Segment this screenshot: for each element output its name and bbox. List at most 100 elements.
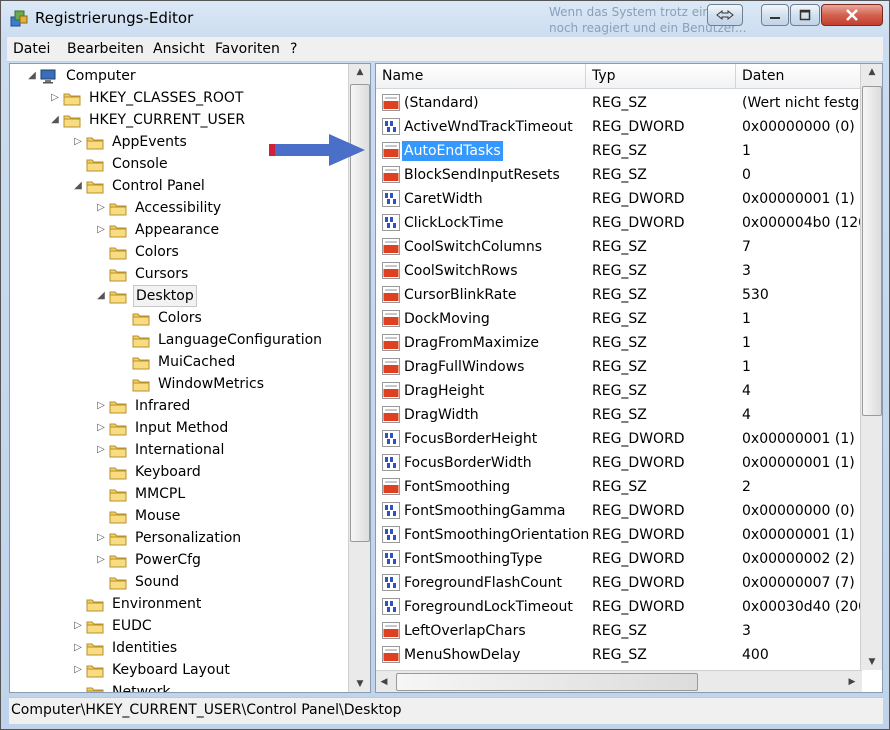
value-row[interactable]: FontSmoothingOrientation REG_DWORD 0x00000… (376, 523, 862, 547)
value-row[interactable]: DockMoving REG_SZ 1 (376, 307, 862, 331)
list-scroll-thumb[interactable] (862, 86, 882, 416)
value-row[interactable]: AutoEndTasks REG_SZ 1 (376, 139, 862, 163)
expand-open-icon[interactable]: ◢ (26, 65, 38, 87)
value-row[interactable]: ForegroundLockTimeout REG_DWORD 0x00030d40… (376, 595, 862, 619)
scroll-left-icon[interactable]: ◀ (376, 674, 392, 690)
value-data: 0x00000002 (2) (742, 551, 855, 567)
value-row[interactable]: DragWidth REG_SZ 4 (376, 403, 862, 427)
expand-closed-icon[interactable]: ▷ (95, 527, 107, 549)
tree-item-label: Input Method (135, 420, 229, 436)
menu-datei[interactable]: Datei (13, 41, 50, 57)
window-title: Registrierungs-Editor (35, 9, 194, 27)
value-name: CaretWidth (404, 191, 483, 207)
value-name: DragHeight (404, 383, 485, 399)
status-path: Computer\HKEY_CURRENT_USER\Control Panel… (11, 702, 402, 718)
string-value-icon (382, 406, 400, 423)
tree-item-label: WindowMetrics (158, 376, 265, 392)
close-button[interactable] (821, 4, 883, 26)
folder-icon (109, 445, 127, 458)
value-row[interactable]: (Standard) REG_SZ (Wert nicht festgelegt) (376, 91, 862, 115)
expand-closed-icon[interactable]: ▷ (95, 219, 107, 241)
tree-item-label: Colors (135, 244, 179, 260)
value-row[interactable]: ActiveWndTrackTimeout REG_DWORD 0x00000000… (376, 115, 862, 139)
expand-closed-icon[interactable]: ▷ (95, 417, 107, 439)
minimize-icon (770, 17, 780, 19)
value-row[interactable]: ForegroundFlashCount REG_DWORD 0x00000007 … (376, 571, 862, 595)
column-header-name[interactable]: Name (376, 64, 586, 88)
expand-open-icon[interactable]: ◢ (95, 285, 107, 307)
value-type: REG_DWORD (592, 599, 685, 615)
expand-closed-icon[interactable]: ▷ (95, 439, 107, 461)
tree-item-label: Keyboard Layout (112, 662, 230, 678)
value-row[interactable]: DragFromMaximize REG_SZ 1 (376, 331, 862, 355)
value-row[interactable]: CursorBlinkRate REG_SZ 530 (376, 283, 862, 307)
value-type: REG_DWORD (592, 191, 685, 207)
value-row[interactable]: CoolSwitchRows REG_SZ 3 (376, 259, 862, 283)
expand-closed-icon[interactable]: ▷ (72, 659, 84, 681)
value-row[interactable]: DragFullWindows REG_SZ 1 (376, 355, 862, 379)
expand-closed-icon[interactable]: ▷ (95, 549, 107, 571)
value-row[interactable]: FontSmoothingType REG_DWORD 0x00000002 (2) (376, 547, 862, 571)
value-row[interactable]: FontSmoothing REG_SZ 2 (376, 475, 862, 499)
value-data: 1 (742, 311, 751, 327)
value-type: REG_SZ (592, 167, 647, 183)
list-horizontal-scrollbar[interactable]: ◀ ▶ (376, 670, 862, 692)
folder-icon (109, 291, 127, 304)
value-data: 3 (742, 623, 751, 639)
menu-help[interactable]: ? (290, 41, 297, 57)
expand-closed-icon[interactable]: ▷ (72, 615, 84, 637)
value-row[interactable]: FocusBorderWidth REG_DWORD 0x00000001 (1) (376, 451, 862, 475)
registry-values-pane: Name Typ Daten (Standard) REG_SZ (Wert nic… (375, 63, 883, 693)
tree-item-label: Colors (158, 310, 202, 326)
value-name: CoolSwitchRows (404, 263, 518, 279)
value-row[interactable]: DragHeight REG_SZ 4 (376, 379, 862, 403)
value-row[interactable]: MenuShowDelay REG_SZ 400 (376, 643, 862, 667)
expand-closed-icon[interactable]: ▷ (95, 395, 107, 417)
column-header-type[interactable]: Typ (586, 64, 736, 88)
regedit-app-icon (10, 10, 28, 27)
tree-item-label: AppEvents (112, 134, 187, 150)
string-value-icon (382, 382, 400, 399)
restore-down-button[interactable] (707, 4, 743, 26)
menu-favoriten[interactable]: Favoriten (215, 41, 280, 57)
tree-item-label: Keyboard (135, 464, 201, 480)
scroll-down-icon[interactable]: ▼ (349, 676, 370, 692)
maximize-button[interactable] (790, 4, 820, 26)
list-hscroll-thumb[interactable] (396, 673, 698, 691)
expand-closed-icon[interactable]: ▷ (72, 131, 84, 153)
value-row[interactable]: LeftOverlapChars REG_SZ 3 (376, 619, 862, 643)
value-row[interactable]: FontSmoothingGamma REG_DWORD 0x00000000 (0… (376, 499, 862, 523)
value-row[interactable]: CaretWidth REG_DWORD 0x00000001 (1) (376, 187, 862, 211)
menu-ansicht[interactable]: Ansicht (153, 41, 205, 57)
minimize-button[interactable] (761, 4, 789, 26)
tree-item-label: Appearance (135, 222, 220, 238)
value-type: REG_DWORD (592, 215, 685, 231)
value-row[interactable]: ClickLockTime REG_DWORD 0x000004b0 (1200) (376, 211, 862, 235)
value-data: 0 (742, 167, 751, 183)
value-row[interactable]: BlockSendInputResets REG_SZ 0 (376, 163, 862, 187)
value-name: BlockSendInputResets (404, 167, 560, 183)
column-header-data[interactable]: Daten (736, 64, 862, 88)
dword-value-icon (382, 214, 400, 231)
scroll-up-icon[interactable]: ▲ (349, 64, 370, 80)
list-vertical-scrollbar[interactable]: ▲ ▼ (860, 64, 882, 670)
value-row[interactable]: FocusBorderHeight REG_DWORD 0x00000001 (1) (376, 427, 862, 451)
scroll-up-icon[interactable]: ▲ (861, 64, 882, 80)
expand-open-icon[interactable]: ◢ (72, 175, 84, 197)
string-value-icon (382, 238, 400, 255)
expand-closed-icon[interactable]: ▷ (95, 197, 107, 219)
menu-bearbeiten[interactable]: Bearbeiten (67, 41, 144, 57)
title-bar[interactable]: Registrierungs-Editor Wenn das System tr… (1, 1, 889, 37)
scroll-right-icon[interactable]: ▶ (844, 674, 860, 690)
expand-open-icon[interactable]: ◢ (49, 109, 61, 131)
value-type: REG_SZ (592, 407, 647, 423)
folder-icon (86, 643, 104, 656)
value-row[interactable]: CoolSwitchColumns REG_SZ 7 (376, 235, 862, 259)
value-name: DockMoving (404, 311, 490, 327)
expand-closed-icon[interactable]: ▷ (72, 637, 84, 659)
folder-icon (132, 335, 150, 348)
value-name: FocusBorderWidth (404, 455, 532, 471)
scroll-down-icon[interactable]: ▼ (861, 654, 882, 670)
dword-value-icon (382, 574, 400, 591)
expand-closed-icon[interactable]: ▷ (49, 87, 61, 109)
